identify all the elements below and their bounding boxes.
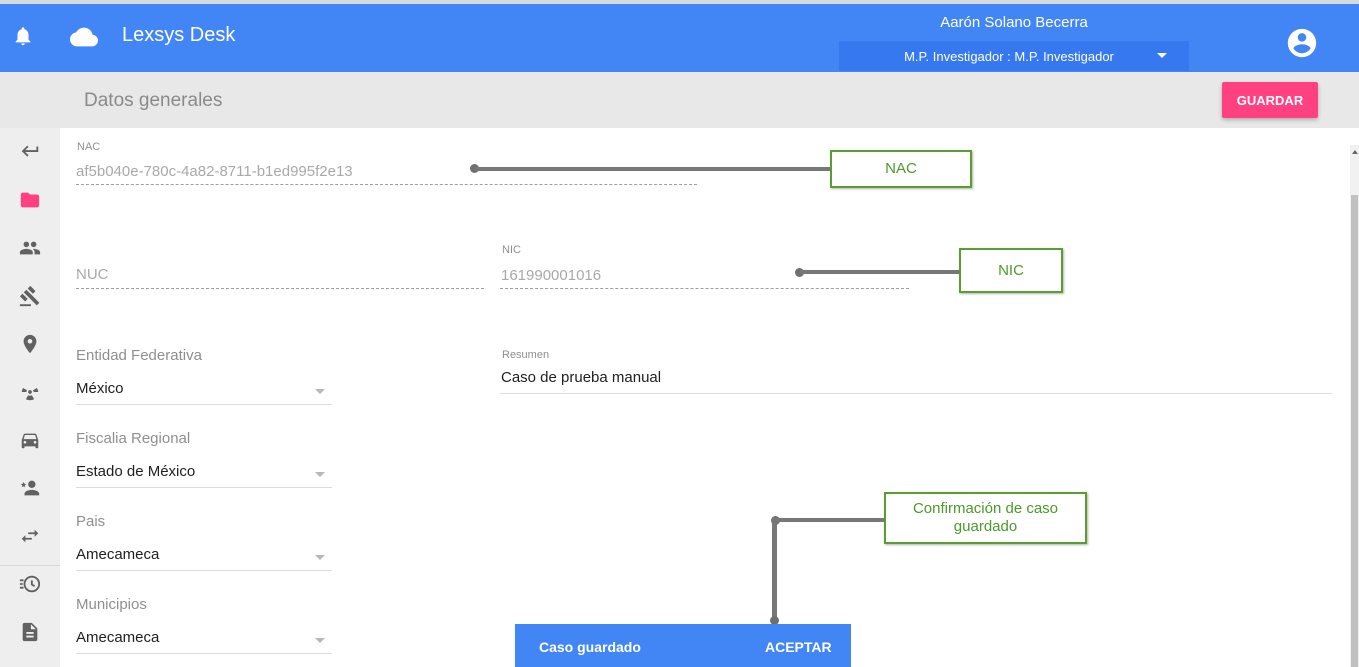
nuc-underline (76, 288, 484, 289)
history-icon[interactable] (17, 571, 43, 597)
municipios-label: Municipios (76, 596, 147, 613)
pais-underline (76, 570, 332, 571)
entidad-select[interactable]: México (76, 380, 124, 397)
fiscalia-underline (76, 487, 332, 488)
section-title: Datos generales (84, 90, 223, 111)
account-circle-icon[interactable] (1285, 26, 1319, 60)
nic-label: NIC (502, 244, 521, 256)
role-select[interactable]: M.P. Investigador : M.P. Investigador (839, 41, 1189, 71)
chevron-down-icon (315, 472, 325, 477)
role-select-value: M.P. Investigador : M.P. Investigador (904, 48, 1114, 64)
sidebar (0, 128, 60, 667)
people-icon[interactable] (17, 235, 43, 261)
pais-label: Pais (76, 513, 106, 530)
entidad-label: Entidad Federativa (76, 347, 202, 364)
sidebar-divider (0, 565, 60, 566)
top-app-bar: Lexsys Desk Aarón Solano Becerra M.P. In… (0, 0, 1359, 72)
person-star-icon[interactable] (17, 475, 43, 501)
nac-underline (76, 184, 697, 185)
snackbar: Caso guardado ACEPTAR (515, 624, 851, 667)
fiscalia-label: Fiscalia Regional (76, 430, 191, 447)
nic-field[interactable]: 161990001016 (501, 267, 601, 284)
bell-icon[interactable] (12, 24, 34, 48)
scrollbar-thumb[interactable] (1351, 195, 1358, 667)
callout-connector (475, 167, 832, 171)
snackbar-accept-button[interactable]: ACEPTAR (765, 639, 832, 655)
swap-arrows-icon[interactable] (17, 523, 43, 549)
municipios-select[interactable]: Amecameca (76, 629, 159, 646)
scroll-up-icon[interactable] (1352, 150, 1358, 154)
callout-connector (776, 518, 886, 522)
fiscalia-select[interactable]: Estado de México (76, 463, 195, 480)
callout-connector (800, 270, 961, 274)
nac-field[interactable]: af5b040e-780c-4a82-8711-b1ed995f2e13 (76, 163, 353, 180)
user-name: Aarón Solano Becerra (940, 14, 1088, 31)
form-content: NAC af5b040e-780c-4a82-8711-b1ed995f2e13… (60, 128, 1350, 667)
nac-label: NAC (77, 141, 101, 153)
callout-nic: NIC (959, 248, 1063, 293)
section-header: Datos generales GUARDAR (0, 72, 1359, 128)
chevron-down-icon (315, 389, 325, 394)
gavel-icon[interactable] (17, 283, 43, 309)
radioactive-icon[interactable] (17, 379, 43, 405)
app-title: Lexsys Desk (122, 24, 236, 46)
resumen-underline (500, 393, 1332, 394)
document-icon[interactable] (17, 619, 43, 645)
callout-confirmacion: Confirmación de caso guardado (884, 492, 1087, 544)
resumen-label: Resumen (502, 349, 550, 361)
pais-select[interactable]: Amecameca (76, 546, 159, 563)
resumen-field[interactable]: Caso de prueba manual (501, 369, 661, 386)
nic-underline (500, 288, 909, 289)
chevron-down-icon (315, 555, 325, 560)
car-icon[interactable] (17, 427, 43, 453)
entidad-underline (76, 404, 332, 405)
callout-nac: NAC (830, 150, 972, 188)
folder-icon[interactable] (17, 187, 43, 213)
chevron-down-icon (1157, 53, 1167, 58)
nuc-field[interactable]: NUC (76, 266, 109, 283)
callout-connector (772, 518, 777, 620)
cloud-icon[interactable] (70, 26, 98, 48)
municipios-underline (76, 653, 332, 654)
save-button[interactable]: GUARDAR (1222, 82, 1318, 118)
snackbar-message: Caso guardado (539, 639, 641, 655)
location-pin-icon[interactable] (17, 331, 43, 357)
chevron-down-icon (315, 638, 325, 643)
back-arrow-icon[interactable] (17, 139, 43, 165)
page: Lexsys Desk Aarón Solano Becerra M.P. In… (0, 0, 1359, 667)
